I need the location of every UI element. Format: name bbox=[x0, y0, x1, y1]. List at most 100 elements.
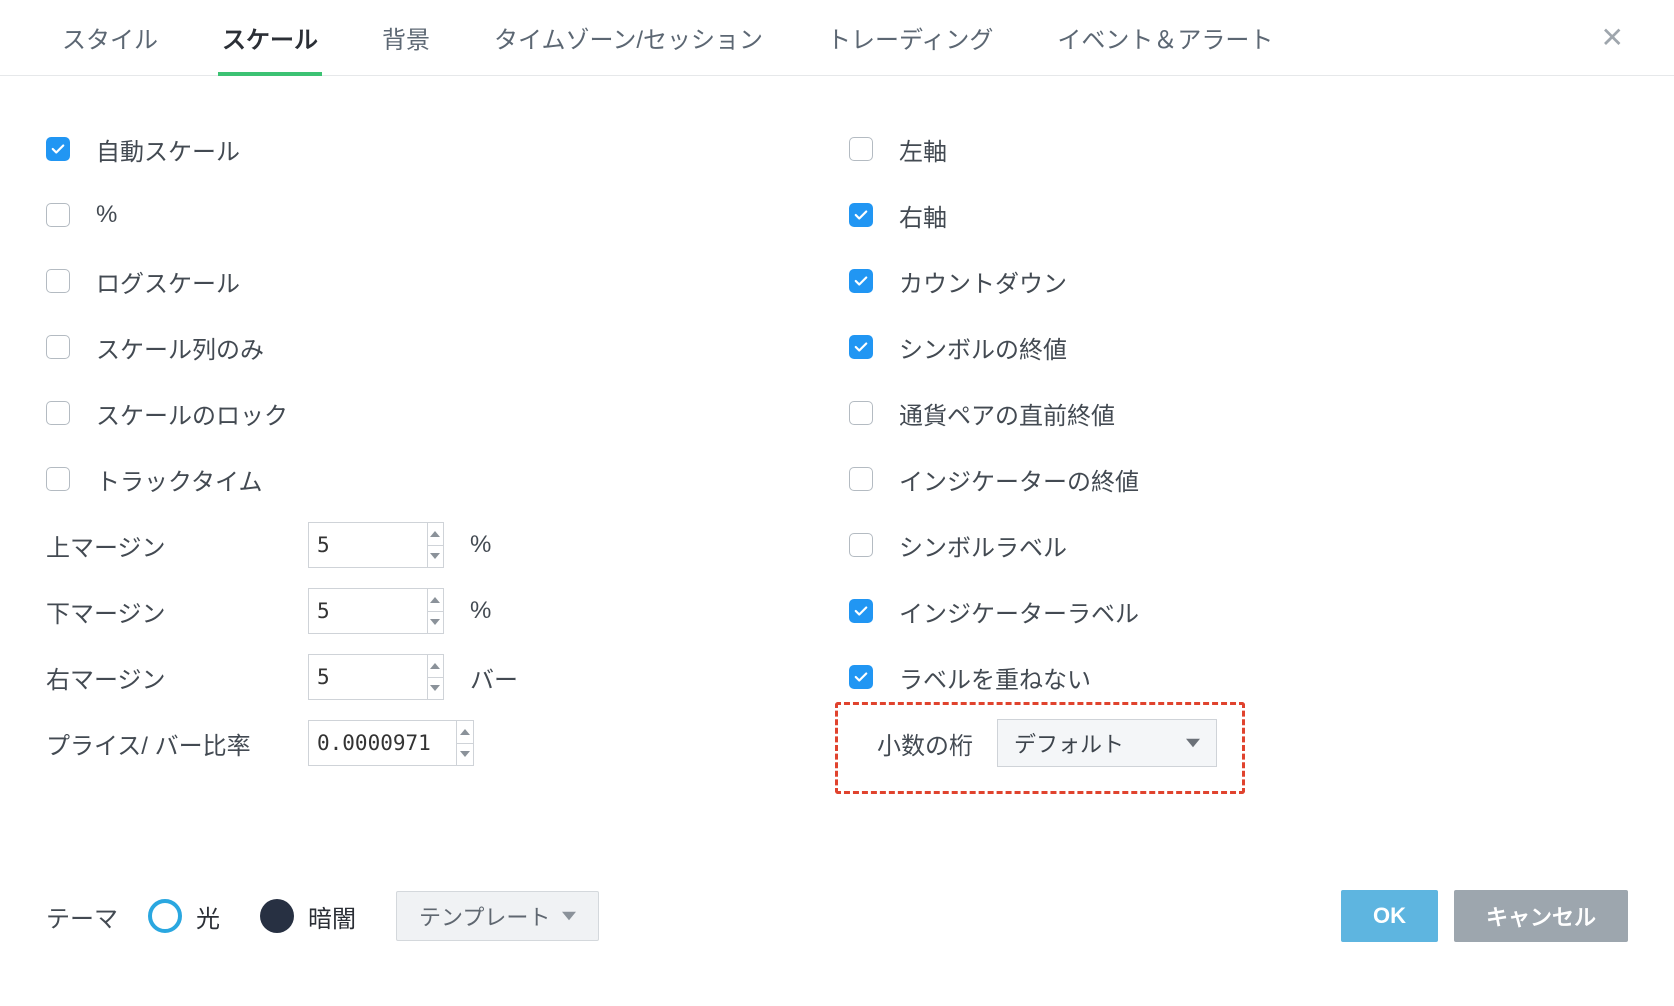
option-lock-scale[interactable]: スケールのロック bbox=[46, 380, 825, 446]
checkbox-percent[interactable] bbox=[46, 203, 70, 227]
option-scale-series-only[interactable]: スケール列のみ bbox=[46, 314, 825, 380]
field-top-margin[interactable] bbox=[309, 523, 427, 567]
spin-down-icon[interactable] bbox=[428, 612, 443, 634]
option-symbol-last[interactable]: シンボルの終値 bbox=[849, 314, 1628, 380]
field-right-margin[interactable] bbox=[309, 655, 427, 699]
spin-up-icon[interactable] bbox=[457, 721, 473, 744]
option-countdown[interactable]: カウントダウン bbox=[849, 248, 1628, 314]
label-track-time: トラックタイム bbox=[96, 462, 263, 497]
spin-down-icon[interactable] bbox=[428, 546, 443, 568]
checkbox-symbol-label[interactable] bbox=[849, 533, 873, 557]
unit-bottom-margin: % bbox=[470, 597, 491, 625]
checkbox-pair-prev-close[interactable] bbox=[849, 401, 873, 425]
checkbox-symbol-last[interactable] bbox=[849, 335, 873, 359]
radio-dark-label: 暗闇 bbox=[308, 899, 356, 934]
row-decimal-places: 小数の桁 デフォルト bbox=[849, 710, 1628, 776]
checkbox-scale-series-only[interactable] bbox=[46, 335, 70, 359]
checkbox-lock-scale[interactable] bbox=[46, 401, 70, 425]
option-pair-prev-close[interactable]: 通貨ペアの直前終値 bbox=[849, 380, 1628, 446]
chevron-down-icon bbox=[562, 911, 576, 921]
radio-light-icon[interactable] bbox=[148, 899, 182, 933]
option-percent[interactable]: % bbox=[46, 182, 825, 248]
label-log-scale: ログスケール bbox=[96, 264, 240, 299]
label-countdown: カウントダウン bbox=[899, 264, 1067, 299]
checkbox-log-scale[interactable] bbox=[46, 269, 70, 293]
label-bottom-margin: 下マージン bbox=[46, 594, 286, 629]
checkbox-auto-scale[interactable] bbox=[46, 137, 70, 161]
option-right-axis[interactable]: 右軸 bbox=[849, 182, 1628, 248]
checkbox-indicator-label[interactable] bbox=[849, 599, 873, 623]
tab-bar: スタイル スケール 背景 タイムゾーン/セッション トレーディング イベント＆ア… bbox=[0, 0, 1674, 76]
tab-background[interactable]: 背景 bbox=[350, 0, 462, 75]
spin-up-icon[interactable] bbox=[428, 655, 443, 678]
spin-up-icon[interactable] bbox=[428, 589, 443, 612]
tab-trading[interactable]: トレーディング bbox=[795, 0, 1025, 75]
label-lock-scale: スケールのロック bbox=[96, 396, 288, 431]
label-symbol-label: シンボルラベル bbox=[899, 528, 1067, 563]
theme-dark-option[interactable]: 暗闇 bbox=[260, 899, 356, 934]
input-price-bar-ratio[interactable] bbox=[308, 720, 474, 766]
label-right-margin: 右マージン bbox=[46, 660, 286, 695]
label-pair-prev-close: 通貨ペアの直前終値 bbox=[899, 396, 1115, 431]
label-indicator-last: インジケーターの終値 bbox=[899, 462, 1139, 497]
row-top-margin: 上マージン % bbox=[46, 512, 825, 578]
unit-right-margin: バー bbox=[470, 660, 518, 695]
spin-down-icon[interactable] bbox=[457, 744, 473, 766]
checkbox-track-time[interactable] bbox=[46, 467, 70, 491]
chevron-down-icon bbox=[1186, 738, 1200, 748]
input-top-margin[interactable] bbox=[308, 522, 444, 568]
row-bottom-margin: 下マージン % bbox=[46, 578, 825, 644]
option-log-scale[interactable]: ログスケール bbox=[46, 248, 825, 314]
checkbox-indicator-last[interactable] bbox=[849, 467, 873, 491]
input-right-margin[interactable] bbox=[308, 654, 444, 700]
tab-scale[interactable]: スケール bbox=[190, 0, 350, 75]
row-right-margin: 右マージン バー bbox=[46, 644, 825, 710]
theme-label: テーマ bbox=[46, 899, 118, 934]
field-price-bar-ratio[interactable] bbox=[309, 721, 456, 765]
option-indicator-last[interactable]: インジケーターの終値 bbox=[849, 446, 1628, 512]
label-top-margin: 上マージン bbox=[46, 528, 286, 563]
option-left-axis[interactable]: 左軸 bbox=[849, 116, 1628, 182]
option-no-overlap-labels[interactable]: ラベルを重ねない bbox=[849, 644, 1628, 710]
label-left-axis: 左軸 bbox=[899, 132, 947, 167]
close-icon[interactable]: ✕ bbox=[1581, 11, 1644, 64]
tab-events-alerts[interactable]: イベント＆アラート bbox=[1025, 0, 1305, 75]
label-symbol-last: シンボルの終値 bbox=[899, 330, 1067, 365]
spin-down-icon[interactable] bbox=[428, 678, 443, 700]
label-decimal-places: 小数の桁 bbox=[877, 726, 973, 761]
tab-style[interactable]: スタイル bbox=[30, 0, 190, 75]
spin-up-icon[interactable] bbox=[428, 523, 443, 546]
left-column: 自動スケール % ログスケール スケール列のみ スケールのロック トラックタイム bbox=[46, 116, 825, 776]
dropdown-decimal-places[interactable]: デフォルト bbox=[997, 719, 1217, 767]
checkbox-countdown[interactable] bbox=[849, 269, 873, 293]
checkbox-no-overlap-labels[interactable] bbox=[849, 665, 873, 689]
dropdown-value: デフォルト bbox=[1014, 727, 1124, 759]
option-auto-scale[interactable]: 自動スケール bbox=[46, 116, 825, 182]
checkbox-left-axis[interactable] bbox=[849, 137, 873, 161]
theme-light-option[interactable]: 光 bbox=[148, 899, 220, 934]
radio-light-label: 光 bbox=[196, 899, 220, 934]
unit-top-margin: % bbox=[470, 531, 491, 559]
label-auto-scale: 自動スケール bbox=[96, 132, 240, 167]
row-price-bar-ratio: プライス/ バー比率 bbox=[46, 710, 825, 776]
label-no-overlap-labels: ラベルを重ねない bbox=[899, 660, 1091, 695]
cancel-button[interactable]: キャンセル bbox=[1454, 890, 1628, 942]
radio-dark-icon[interactable] bbox=[260, 899, 294, 933]
option-symbol-label[interactable]: シンボルラベル bbox=[849, 512, 1628, 578]
right-column: 左軸 右軸 カウントダウン シンボルの終値 通貨ペアの直前終値 インジケーターの bbox=[849, 116, 1628, 776]
ok-button[interactable]: OK bbox=[1341, 890, 1438, 942]
dialog-footer: テーマ 光 暗闇 テンプレート OK キャンセル bbox=[0, 890, 1674, 942]
field-bottom-margin[interactable] bbox=[309, 589, 427, 633]
label-percent: % bbox=[96, 201, 117, 229]
option-indicator-label[interactable]: インジケーターラベル bbox=[849, 578, 1628, 644]
input-bottom-margin[interactable] bbox=[308, 588, 444, 634]
checkbox-right-axis[interactable] bbox=[849, 203, 873, 227]
label-scale-series-only: スケール列のみ bbox=[96, 330, 264, 365]
label-right-axis: 右軸 bbox=[899, 198, 947, 233]
template-label: テンプレート bbox=[419, 900, 550, 932]
label-indicator-label: インジケーターラベル bbox=[899, 594, 1139, 629]
tab-timezone-session[interactable]: タイムゾーン/セッション bbox=[462, 0, 795, 75]
label-price-bar-ratio: プライス/ バー比率 bbox=[46, 726, 286, 761]
template-dropdown-button[interactable]: テンプレート bbox=[396, 891, 599, 941]
option-track-time[interactable]: トラックタイム bbox=[46, 446, 825, 512]
